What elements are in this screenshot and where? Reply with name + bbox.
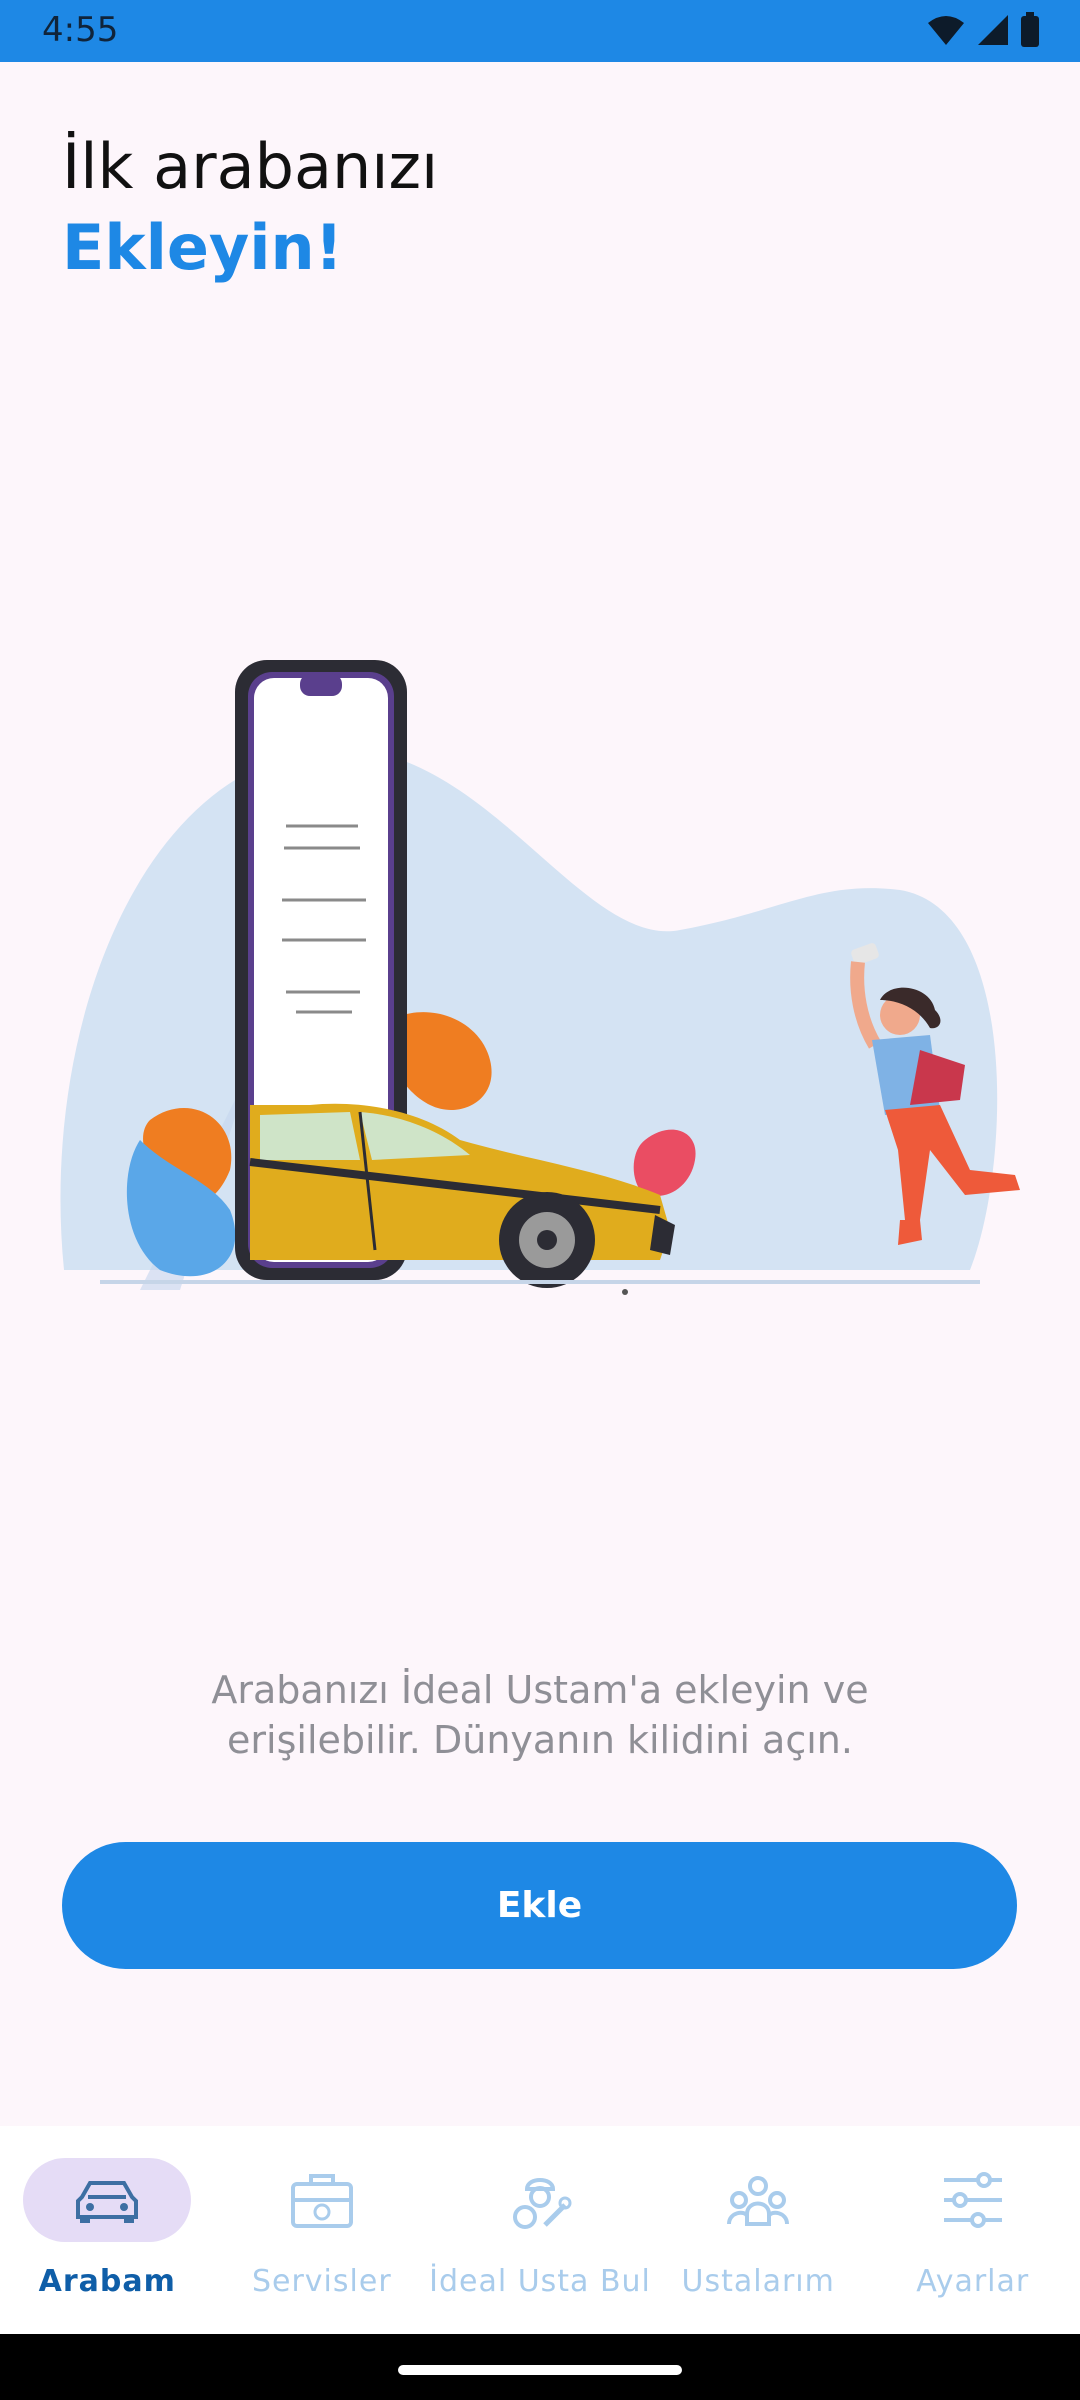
nav-item-ustalarim[interactable]: Ustalarım — [651, 2126, 866, 2334]
toolbox-icon — [290, 2174, 353, 2228]
heading-line-1: İlk arabanızı — [62, 130, 439, 203]
nav-label-servisler: Servisler — [251, 2264, 392, 2299]
nav-item-arabam[interactable]: Arabam — [0, 2126, 215, 2334]
bottom-navigation: Arabam Servisler İdeal Usta Bul Ustaları… — [0, 2126, 1080, 2334]
description-text: Arabanızı İdeal Ustam'a ekleyin ve erişi… — [211, 1668, 869, 1762]
status-time: 4:55 — [42, 10, 119, 50]
car-icon — [76, 2181, 139, 2223]
nav-pill-ideal-usta-bul — [456, 2158, 624, 2242]
status-bar: 4:55 — [0, 0, 1080, 62]
nav-pill-arabam — [23, 2158, 192, 2242]
nav-label-ideal-usta-bul: İdeal Usta Bul — [429, 2264, 651, 2299]
signal-icon — [978, 15, 1008, 45]
nav-item-ayarlar[interactable]: Ayarlar — [865, 2126, 1080, 2334]
mechanic-icon — [513, 2178, 572, 2229]
nav-label-ayarlar: Ayarlar — [916, 2264, 1030, 2299]
nav-label-ustalarim: Ustalarım — [681, 2264, 835, 2299]
battery-icon — [1021, 12, 1039, 47]
nav-pill-servisler — [238, 2158, 406, 2242]
nav-label-arabam: Arabam — [38, 2264, 176, 2299]
wifi-icon — [928, 16, 964, 45]
nav-pill-ustalarim — [674, 2158, 842, 2242]
home-gesture-handle[interactable] — [398, 2365, 682, 2375]
status-icons — [926, 12, 1040, 48]
nav-item-ideal-usta-bul[interactable]: İdeal Usta Bul — [429, 2126, 651, 2334]
nav-item-servisler[interactable]: Servisler — [215, 2126, 430, 2334]
team-icon — [727, 2176, 790, 2226]
add-car-button[interactable]: Ekle — [62, 1842, 1017, 1969]
page-heading: İlk arabanızı Ekleyin! — [62, 130, 438, 284]
sliders-icon — [943, 2172, 1002, 2228]
heading-line-2: Ekleyin! — [62, 211, 343, 284]
nav-pill-ayarlar — [889, 2158, 1057, 2242]
add-car-illustration — [60, 660, 1020, 1295]
